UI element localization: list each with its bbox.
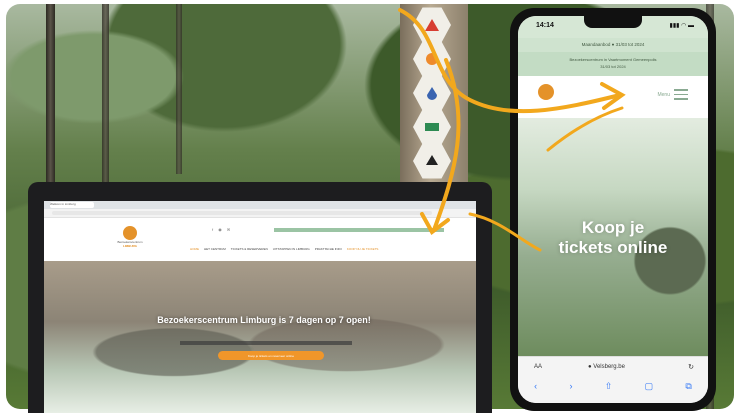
arrows-overlay <box>398 8 626 252</box>
arrow-to-phone-icon <box>398 8 622 114</box>
arrow-to-laptop-icon <box>432 58 461 232</box>
arrow-to-laptop-2-icon <box>468 212 542 252</box>
arrow-to-phone-2-icon <box>546 106 624 152</box>
